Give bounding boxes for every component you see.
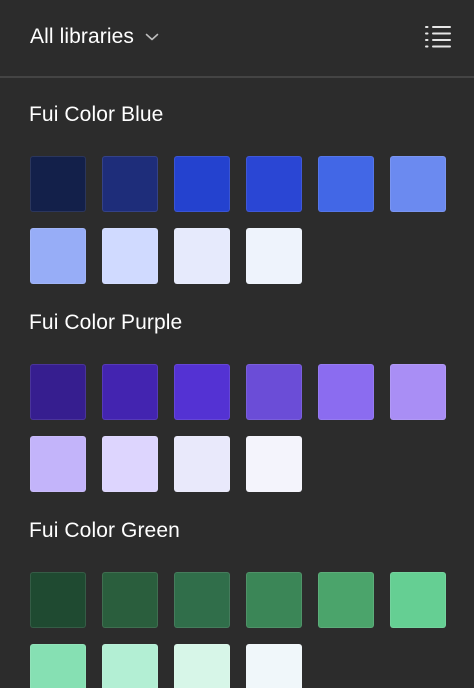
color-swatch[interactable] xyxy=(102,644,158,688)
color-swatch[interactable] xyxy=(246,436,302,492)
chevron-down-icon xyxy=(145,33,159,41)
list-view-icon[interactable] xyxy=(424,24,452,50)
section-title-blue: Fui Color Blue xyxy=(29,103,164,126)
color-swatch[interactable] xyxy=(30,156,86,212)
color-swatch[interactable] xyxy=(102,156,158,212)
color-swatch[interactable] xyxy=(246,364,302,420)
section-title-purple: Fui Color Purple xyxy=(29,311,183,334)
color-swatch[interactable] xyxy=(102,436,158,492)
color-swatch[interactable] xyxy=(246,644,302,688)
color-swatch[interactable] xyxy=(102,364,158,420)
color-swatch[interactable] xyxy=(174,228,230,284)
color-swatch[interactable] xyxy=(318,572,374,628)
color-swatch[interactable] xyxy=(174,644,230,688)
library-selector-label: All libraries xyxy=(30,25,134,48)
color-swatch[interactable] xyxy=(30,364,86,420)
color-swatch[interactable] xyxy=(174,436,230,492)
color-swatch[interactable] xyxy=(30,436,86,492)
color-swatch[interactable] xyxy=(174,572,230,628)
color-swatch[interactable] xyxy=(390,572,446,628)
color-swatch[interactable] xyxy=(318,156,374,212)
color-swatch[interactable] xyxy=(30,644,86,688)
color-swatch[interactable] xyxy=(174,156,230,212)
color-swatch[interactable] xyxy=(390,156,446,212)
color-swatch[interactable] xyxy=(246,156,302,212)
color-swatch[interactable] xyxy=(390,364,446,420)
section-title-green: Fui Color Green xyxy=(29,519,180,542)
library-selector[interactable]: All libraries xyxy=(30,22,159,52)
color-swatch[interactable] xyxy=(102,228,158,284)
color-swatch[interactable] xyxy=(318,364,374,420)
color-swatch[interactable] xyxy=(246,572,302,628)
color-swatch[interactable] xyxy=(174,364,230,420)
color-library-panel: All libraries Fui Color Blue Fui Color P… xyxy=(0,0,474,688)
color-swatch[interactable] xyxy=(30,572,86,628)
color-swatch[interactable] xyxy=(30,228,86,284)
color-swatch[interactable] xyxy=(102,572,158,628)
color-swatch[interactable] xyxy=(246,228,302,284)
panel-header: All libraries xyxy=(0,0,474,78)
